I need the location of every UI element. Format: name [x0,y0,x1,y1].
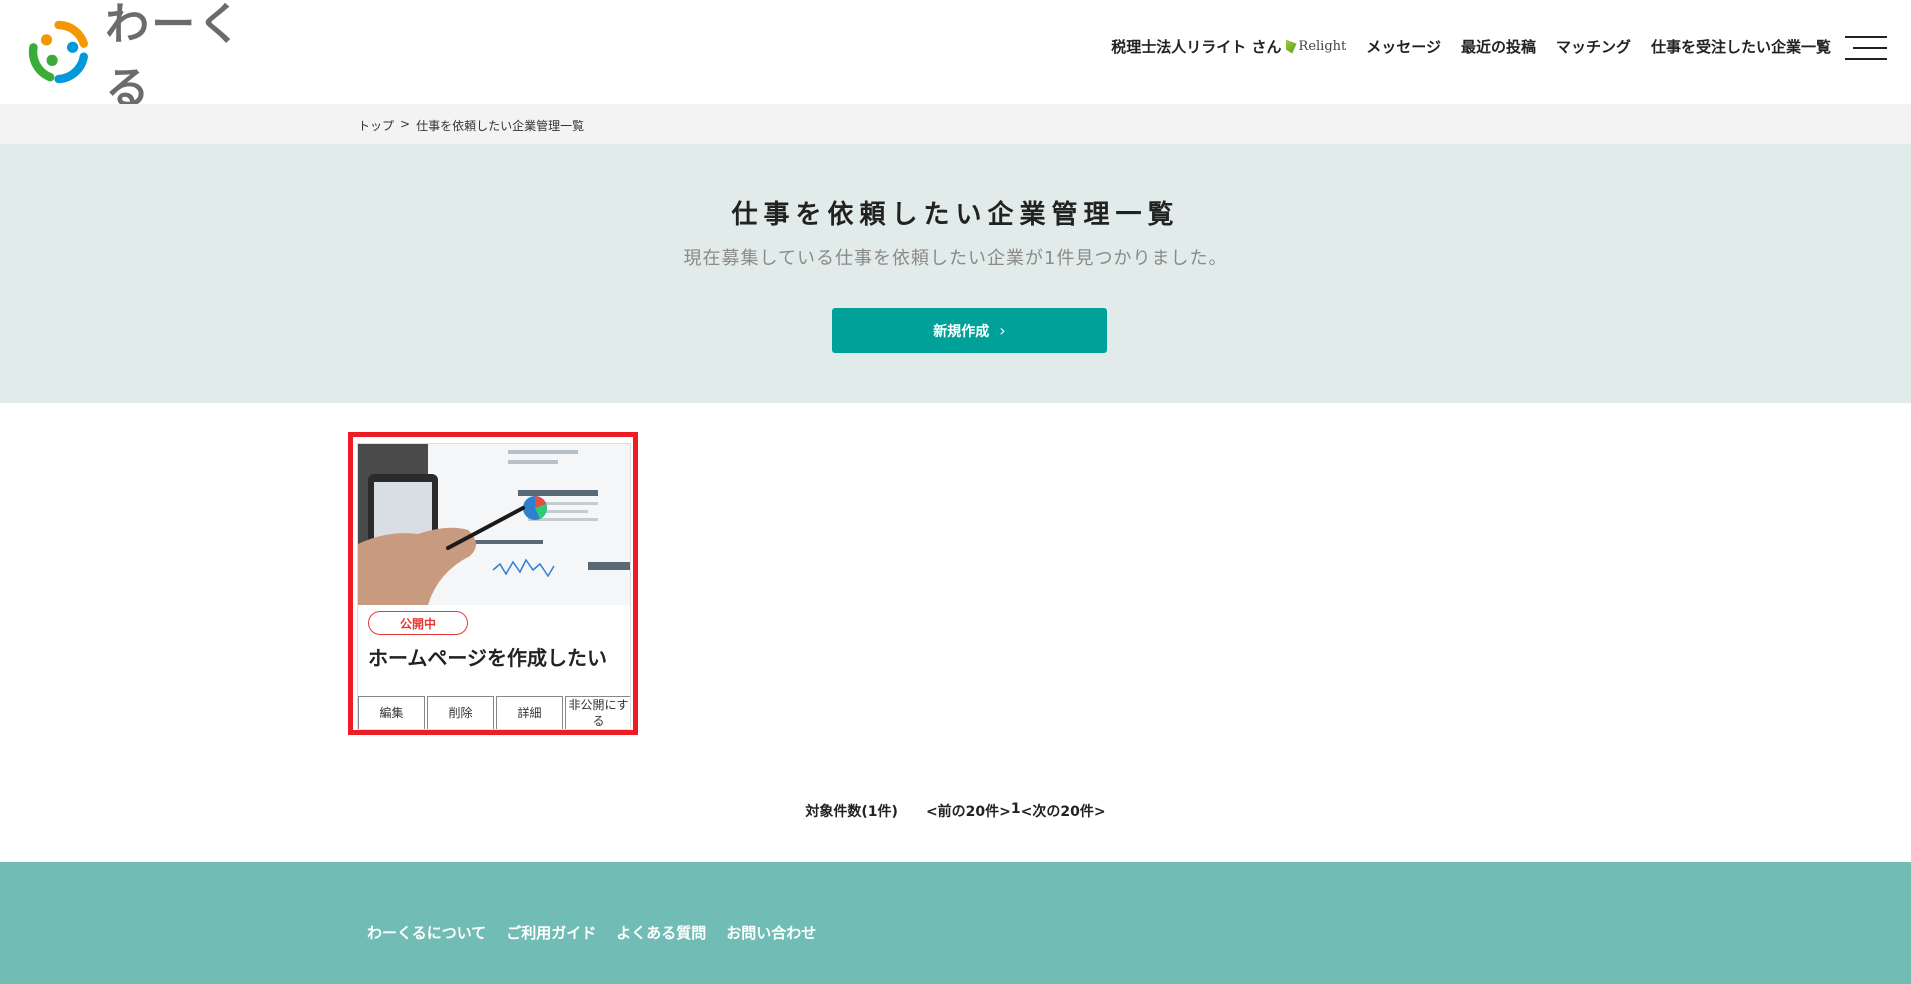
detail-button[interactable]: 詳細 [496,696,563,729]
result-count: 対象件数(1件) [805,804,898,820]
company-logo-text: Relight [1298,39,1347,54]
new-create-label: 新規作成 [933,323,990,340]
breadcrumb-separator: > [400,117,411,131]
card-thumbnail [358,444,630,605]
footer-link-contact[interactable]: お問い合わせ [726,922,816,943]
pagination: 対象件数(1件) <前の20件> 1 <次の20件> [0,801,1911,821]
user-name: 税理士法人リライト さん [1111,38,1282,56]
card-actions: 編集 削除 詳細 非公開にする [358,696,630,729]
breadcrumb: トップ > 仕事を依頼したい企業管理一覧 [358,117,584,134]
pager: <前の20件> 1 <次の20件> [926,801,1106,821]
result-summary: 現在募集している仕事を依頼したい企業が1件見つかりました。 [683,248,1228,269]
breadcrumb-current: 仕事を依頼したい企業管理一覧 [416,119,585,133]
new-create-button[interactable]: 新規作成 › [832,308,1107,353]
site-header: わーくる 税理士法人リライト さん Relight メッセージ 最近の投稿 マッ… [0,0,1911,114]
edit-button[interactable]: 編集 [358,696,425,729]
current-page[interactable]: 1 [1011,801,1021,821]
delete-button[interactable]: 削除 [427,696,494,729]
leaf-icon [1285,39,1297,54]
site-footer: わーくるについて ご利用ガイド よくある質問 お問い合わせ [0,862,1911,984]
status-badge: 公開中 [368,611,468,635]
nav-matching[interactable]: マッチング [1556,36,1631,57]
footer-link-guide[interactable]: ご利用ガイド [506,922,596,943]
nav-companies-list[interactable]: 仕事を受注したい企業一覧 [1651,36,1831,57]
company-logo: Relight [1285,39,1347,54]
chevron-right-icon: › [999,321,1006,340]
listing-card[interactable]: 公開中 ホームページを作成したい 編集 削除 詳細 非公開にする [357,443,631,730]
unpublish-button[interactable]: 非公開にする [565,696,630,729]
breadcrumb-top-link[interactable]: トップ [358,117,394,134]
card-title[interactable]: ホームページを作成したい [368,642,607,671]
next-page-link[interactable]: <次の20件> [1021,801,1106,821]
nav-user[interactable]: 税理士法人リライト さん Relight [1111,36,1346,57]
nav-recent-posts[interactable]: 最近の投稿 [1461,36,1536,57]
footer-link-faq[interactable]: よくある質問 [616,922,706,943]
site-logo[interactable]: わーくる [26,0,276,114]
footer-link-about[interactable]: わーくるについて [367,922,486,943]
tablet-analytics-image [358,444,630,605]
global-nav: 税理士法人リライト さん Relight メッセージ 最近の投稿 マッチング 仕… [1111,36,1831,57]
page-title: 仕事を依頼したい企業管理一覧 [731,200,1180,230]
logo-text: わーくる [105,0,244,114]
logo-mark-icon [28,20,89,84]
breadcrumb-bar: トップ > 仕事を依頼したい企業管理一覧 [0,104,1911,144]
page-hero: 仕事を依頼したい企業管理一覧 現在募集している仕事を依頼したい企業が1件見つかり… [0,144,1911,403]
nav-messages[interactable]: メッセージ [1366,36,1441,57]
footer-links: わーくるについて ご利用ガイド よくある質問 お問い合わせ [367,922,816,943]
hamburger-menu-icon[interactable] [1843,36,1887,62]
prev-page-link[interactable]: <前の20件> [926,801,1011,821]
